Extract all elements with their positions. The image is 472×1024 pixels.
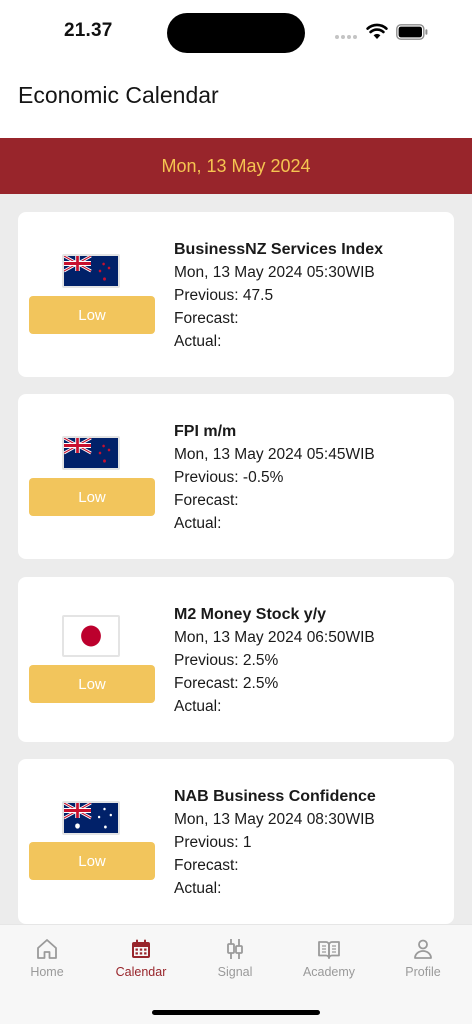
event-actual: Actual: [174, 515, 222, 532]
event-datetime: Mon, 13 May 2024 05:45WIB [174, 446, 375, 463]
event-actual: Actual: [174, 698, 222, 715]
app-header: Economic Calendar [0, 64, 472, 138]
event-forecast: Forecast: [174, 492, 239, 509]
new-zealand-flag-icon [62, 254, 120, 288]
event-datetime: Mon, 13 May 2024 06:50WIB [174, 629, 375, 646]
event-title: FPI m/m [174, 423, 237, 440]
event-previous: Previous: 47.5 [174, 287, 274, 304]
event-details: BusinessNZ Services Index Mon, 13 May 20… [174, 238, 383, 353]
event-forecast: Forecast: [174, 310, 239, 327]
impact-low-button[interactable]: Low [29, 842, 155, 880]
date-label: Mon, 13 May 2024 [161, 155, 311, 176]
event-list[interactable]: Low BusinessNZ Services Index Mon, 13 Ma… [0, 194, 472, 924]
wifi-icon [366, 23, 388, 39]
event-title: M2 Money Stock y/y [174, 606, 327, 623]
bottom-nav: Home Calendar Signal Academy Profile [0, 924, 472, 1024]
event-card[interactable]: Low FPI m/m Mon, 13 May 2024 05:45WIB Pr… [18, 394, 454, 559]
event-previous: Previous: 1 [174, 834, 252, 851]
nav-label-home: Home [30, 965, 64, 979]
status-time: 21.37 [64, 20, 113, 41]
nav-label-academy: Academy [302, 965, 356, 979]
candlestick-icon [227, 939, 243, 959]
nav-label-profile: Profile [405, 965, 441, 979]
nav-label-calendar: Calendar [115, 965, 167, 979]
event-title: BusinessNZ Services Index [174, 241, 383, 258]
nav-item-profile[interactable]: Profile [376, 937, 470, 979]
event-details: FPI m/m Mon, 13 May 2024 05:45WIB Previo… [174, 420, 375, 535]
book-icon [318, 941, 340, 959]
japan-flag-icon [62, 615, 120, 657]
event-details: M2 Money Stock y/y Mon, 13 May 2024 06:5… [174, 603, 375, 718]
event-card[interactable]: Low BusinessNZ Services Index Mon, 13 Ma… [18, 212, 454, 377]
event-card[interactable]: Low M2 Money Stock y/y Mon, 13 May 2024 … [18, 577, 454, 742]
event-previous: Previous: 2.5% [174, 652, 279, 669]
home-icon [37, 939, 57, 959]
nav-item-calendar[interactable]: Calendar [94, 937, 188, 979]
event-actual: Actual: [174, 880, 222, 897]
impact-low-button[interactable]: Low [29, 478, 155, 516]
event-forecast: Forecast: [174, 857, 239, 874]
nav-item-signal[interactable]: Signal [188, 937, 282, 979]
page-title: Economic Calendar [18, 82, 219, 108]
date-header: Mon, 13 May 2024 [0, 138, 472, 194]
nav-item-academy[interactable]: Academy [282, 937, 376, 979]
australia-flag-icon [62, 801, 120, 835]
cellular-signal-icon [335, 34, 359, 40]
event-card[interactable]: Low NAB Business Confidence Mon, 13 May … [18, 759, 454, 924]
person-icon [414, 939, 432, 959]
event-actual: Actual: [174, 333, 222, 350]
new-zealand-flag-icon [62, 436, 120, 470]
battery-icon [396, 24, 428, 40]
event-previous: Previous: -0.5% [174, 469, 284, 486]
impact-low-button[interactable]: Low [29, 665, 155, 703]
event-details: NAB Business Confidence Mon, 13 May 2024… [174, 785, 376, 900]
home-indicator[interactable] [152, 1010, 320, 1015]
status-bar: 21.37 [0, 0, 472, 64]
event-title: NAB Business Confidence [174, 788, 376, 805]
calendar-icon [132, 939, 150, 958]
event-forecast: Forecast: 2.5% [174, 675, 279, 692]
impact-low-button[interactable]: Low [29, 296, 155, 334]
event-datetime: Mon, 13 May 2024 05:30WIB [174, 264, 375, 281]
event-datetime: Mon, 13 May 2024 08:30WIB [174, 811, 375, 828]
dynamic-island [167, 13, 305, 53]
nav-item-home[interactable]: Home [0, 937, 94, 979]
nav-label-signal: Signal [217, 965, 253, 979]
